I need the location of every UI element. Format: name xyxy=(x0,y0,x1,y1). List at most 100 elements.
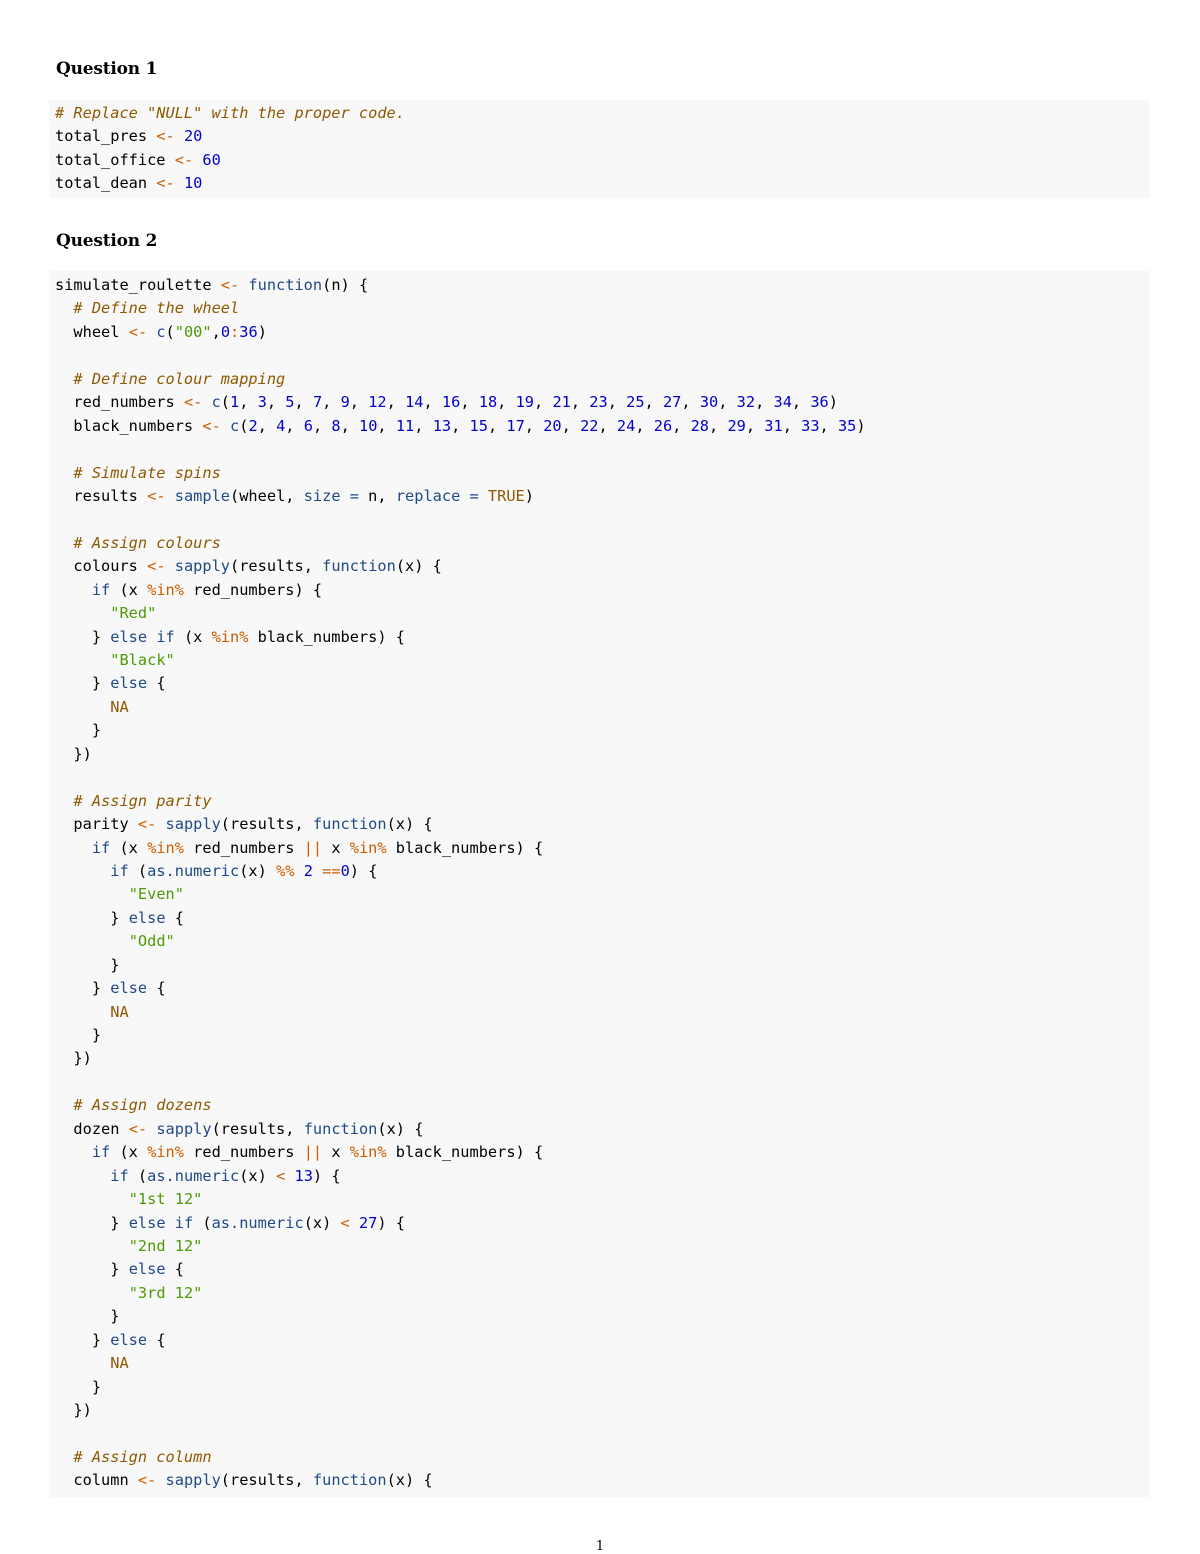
code-token: <- xyxy=(183,393,203,412)
code-token: (x) { xyxy=(386,1471,433,1490)
code-token: , xyxy=(709,416,728,435)
code-token: }) xyxy=(55,744,92,763)
code-token: red_numbers xyxy=(55,393,184,412)
code-token: 28 xyxy=(690,416,710,435)
code-token: %in% xyxy=(147,838,184,857)
code-line: if (x %in% red_numbers || x %in% black_n… xyxy=(55,837,1150,860)
question-1-heading: Question 1 xyxy=(56,59,158,79)
code-token: sapply xyxy=(174,557,231,576)
code-token: , xyxy=(755,393,774,412)
code-token: x xyxy=(322,838,350,857)
code-line: if (x %in% red_numbers || x %in% black_n… xyxy=(55,1141,1150,1164)
code-token: } xyxy=(55,627,111,646)
code-token: if xyxy=(110,861,129,880)
code-token: simulate_roulette xyxy=(55,276,221,294)
code-line: simulate_roulette <- function(n) { xyxy=(55,274,1150,297)
code-line: }) xyxy=(55,743,1150,766)
code-token: 36 xyxy=(239,322,258,341)
code-token: column xyxy=(55,1471,138,1490)
code-token: } xyxy=(55,908,129,927)
code-line: NA xyxy=(55,1352,1150,1375)
code-line: if (as.numeric(x) < 13) { xyxy=(55,1165,1150,1188)
code-token: black_numbers) { xyxy=(248,627,405,646)
code-token: black_numbers) { xyxy=(386,1143,544,1162)
code-token: 4 xyxy=(276,416,286,435)
code-token: 2 xyxy=(248,416,258,435)
code-token: 19 xyxy=(515,393,535,412)
code-token: NA xyxy=(110,1354,129,1373)
code-token: , xyxy=(497,393,516,412)
code-line: } else if (x %in% black_numbers) { xyxy=(55,626,1150,649)
code-token: sapply xyxy=(156,1119,212,1138)
code-token: 13 xyxy=(294,1166,313,1185)
code-line: "2nd 12" xyxy=(55,1235,1150,1258)
code-token: < xyxy=(276,1166,286,1185)
code-line: "Even" xyxy=(55,883,1150,906)
code-token: <- xyxy=(128,1119,148,1138)
code-token: , xyxy=(322,393,341,412)
code-token: # Define colour mapping xyxy=(73,369,286,388)
code-line: # Assign dozens xyxy=(55,1094,1150,1117)
code-token: "Odd" xyxy=(128,932,175,951)
code-line: "Red" xyxy=(55,602,1150,625)
code-token: 36 xyxy=(810,393,829,412)
code-token: # Assign colours xyxy=(73,533,221,552)
code-token: <- xyxy=(137,1471,157,1490)
code-token: 13 xyxy=(432,416,452,435)
code-token: , xyxy=(423,393,442,412)
code-token: 17 xyxy=(506,416,525,435)
code-token: (wheel, xyxy=(230,486,304,505)
code-token: , xyxy=(386,393,406,412)
code-token: # Replace "NULL" with the proper code. xyxy=(55,104,405,122)
code-line: colours <- sapply(results, function(x) { xyxy=(55,555,1150,578)
code-token: (x xyxy=(110,580,148,599)
code-token: , xyxy=(312,416,332,435)
code-token: function xyxy=(312,815,387,834)
code-token: 27 xyxy=(358,1213,378,1232)
code-token: , xyxy=(294,393,313,412)
code-token: colours xyxy=(55,557,148,576)
code-token: <- xyxy=(156,127,175,146)
code-token: , xyxy=(745,416,765,435)
code-token: , xyxy=(570,393,590,412)
code-token: { xyxy=(147,1330,166,1349)
code-token: (x) xyxy=(239,1166,277,1185)
code-token: sapply xyxy=(165,815,221,834)
code-token: else xyxy=(128,908,166,927)
code-token: "Black" xyxy=(110,651,175,669)
code-token: 11 xyxy=(395,416,415,435)
code-token: (results, xyxy=(220,815,313,834)
code-line: } else { xyxy=(55,907,1150,930)
code-line: }) xyxy=(55,1047,1150,1070)
page-number: 1 xyxy=(595,1539,605,1554)
code-token: } xyxy=(55,1260,129,1279)
code-token: , xyxy=(377,416,396,435)
code-token: black_numbers xyxy=(55,416,203,435)
code-line: # Define colour mapping xyxy=(55,368,1150,391)
code-token: 9 xyxy=(340,393,350,412)
code-token: c xyxy=(156,322,166,341)
code-line: } xyxy=(55,954,1150,977)
code-line: results <- sample(wheel, size = n, repla… xyxy=(55,485,1150,508)
code-line: total_pres <- 20 xyxy=(55,125,1150,148)
code-line: if (x %in% red_numbers) { xyxy=(55,579,1150,602)
code-token: , xyxy=(672,416,691,435)
